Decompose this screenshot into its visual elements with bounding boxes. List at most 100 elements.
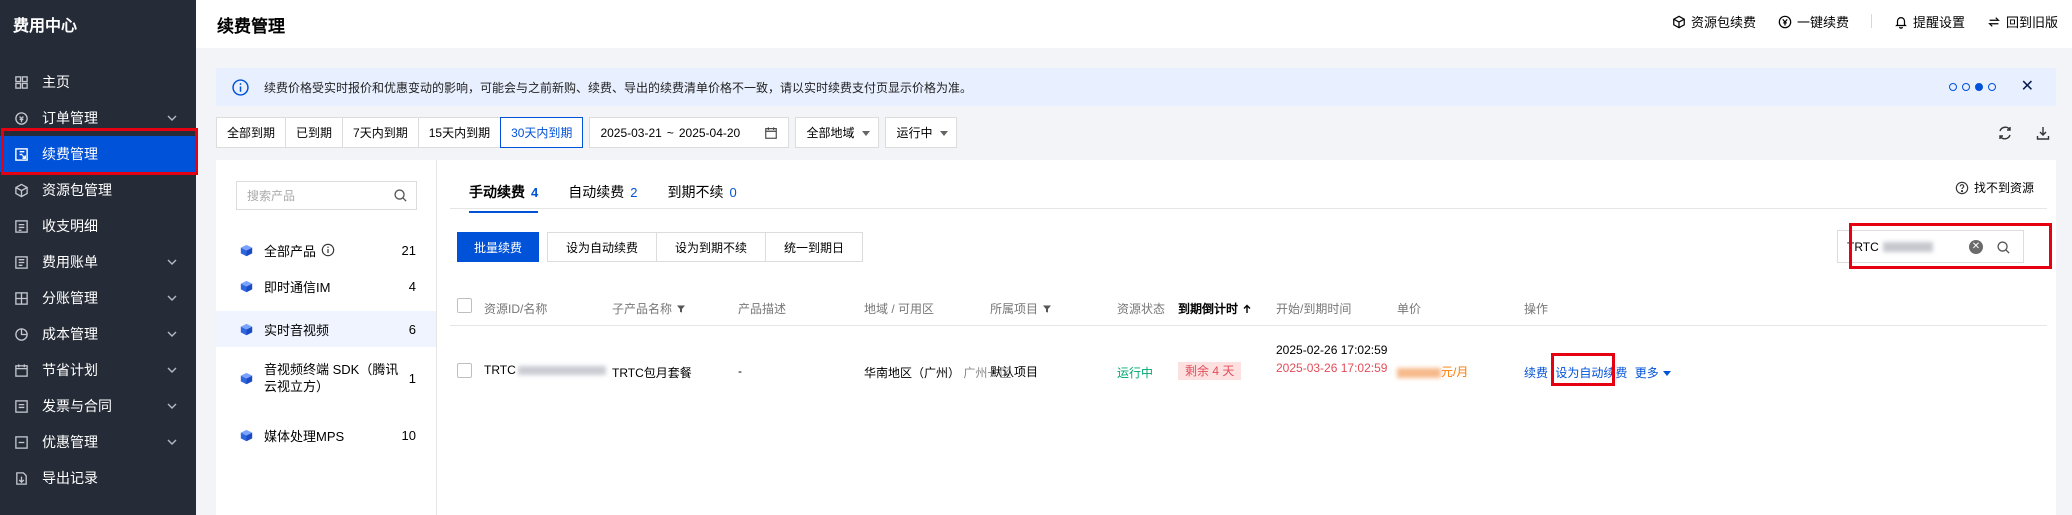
resource-id-prefix: TRTC: [484, 363, 516, 377]
sidebar-item-home[interactable]: 主页: [0, 64, 196, 100]
redacted-price: [1397, 367, 1441, 378]
sidebar-item-discount[interactable]: 优惠管理: [0, 424, 196, 460]
sidebar-item-savings-plan[interactable]: 节省计划: [0, 352, 196, 388]
filter-bar: 全部到期 已到期 7天内到期 15天内到期 30天内到期 2025-03-21 …: [216, 117, 958, 148]
set-auto-renew-button[interactable]: 设为自动续费: [548, 233, 658, 261]
sort-up-icon[interactable]: [1242, 304, 1252, 314]
close-icon[interactable]: ✕: [2021, 79, 2034, 95]
product-search-placeholder: 搜索产品: [247, 189, 296, 203]
sidebar-item-split[interactable]: 分账管理: [0, 280, 196, 316]
batch-renew-button[interactable]: 批量续费: [457, 232, 540, 262]
search-highlight-box: [1849, 223, 2052, 269]
column-header-countdown[interactable]: 到期倒计时: [1178, 300, 1252, 317]
region-select[interactable]: 全部地域: [795, 117, 880, 148]
reminder-settings-button[interactable]: 提醒设置: [1894, 12, 1965, 31]
column-header-time: 开始/到期时间: [1276, 300, 1351, 317]
sidebar-item-label: 资源包管理: [42, 182, 112, 198]
info-icon[interactable]: [321, 243, 335, 257]
tab-label: 手动续费: [469, 184, 525, 200]
resource-content: 手动续费 4 自动续费 2 到期不续 0 找不到资源 批量续费 设为自动续费 设为到期…: [437, 160, 2056, 515]
caret-down-icon: [862, 131, 871, 136]
tab-count: 4: [531, 185, 539, 200]
sidebar-item-export[interactable]: 导出记录: [0, 460, 196, 496]
carousel-dot[interactable]: [1962, 83, 1970, 91]
refresh-icon[interactable]: [1997, 125, 2013, 141]
row-checkbox[interactable]: [457, 363, 472, 378]
help-icon: [1955, 181, 1969, 194]
period-30days-button[interactable]: 30天内到期: [500, 117, 584, 148]
cube-icon: [1673, 15, 1685, 28]
column-header-project[interactable]: 所属项目: [990, 300, 1052, 317]
sidebar-item-bills[interactable]: 费用账单: [0, 244, 196, 280]
sidebar-item-cost[interactable]: 成本管理: [0, 316, 196, 352]
date-separator: ~: [666, 125, 674, 140]
header-divider: [450, 325, 2047, 326]
link-label: 找不到资源: [1973, 181, 2034, 195]
countdown-badge: 剩余 4 天: [1178, 362, 1242, 380]
date-range-picker[interactable]: 2025-03-21 ~ 2025-04-20: [589, 117, 790, 148]
tab-count: 0: [729, 185, 737, 200]
sidebar-item-label: 主页: [42, 74, 70, 90]
search-icon: [394, 189, 407, 202]
batch-actions: 批量续费 设为自动续费 设为到期不续 统一到期日: [457, 232, 864, 262]
tab-label: 到期不续: [667, 184, 724, 200]
column-header-subproduct[interactable]: 子产品名称: [612, 300, 686, 317]
period-all-button[interactable]: 全部到期: [217, 118, 287, 147]
carousel-dot-active[interactable]: [1975, 83, 1983, 91]
discount-icon: [13, 434, 29, 450]
cube-icon: [240, 323, 253, 335]
sidebar-item-transactions[interactable]: 收支明细: [0, 208, 196, 244]
product-count: 6: [408, 321, 416, 337]
status-select[interactable]: 运行中: [885, 117, 958, 148]
period-expired-button[interactable]: 已到期: [286, 118, 344, 147]
download-icon[interactable]: [2035, 125, 2051, 141]
caret-down-icon: [1662, 371, 1671, 377]
product-item-mps[interactable]: 媒体处理MPS 10: [216, 417, 436, 453]
period-15days-button[interactable]: 15天内到期: [419, 118, 502, 147]
button-label: 一键续费: [1796, 15, 1849, 30]
column-header-label: 产品描述: [738, 302, 787, 316]
tab-divider: [450, 208, 2047, 209]
chevron-down-icon: [167, 439, 177, 445]
product-search-input[interactable]: 搜索产品: [236, 181, 417, 210]
unify-expiry-button[interactable]: 统一到期日: [766, 233, 863, 261]
bill-icon: [13, 254, 29, 270]
select-all-checkbox[interactable]: [457, 298, 472, 313]
product-item-im[interactable]: 即时通信IM 4: [216, 268, 436, 304]
resource-pack-renew-button[interactable]: 资源包续费: [1672, 12, 1756, 31]
column-header-label: 地域 / 可用区: [864, 302, 935, 316]
sidebar-item-label: 节省计划: [42, 362, 98, 378]
sidebar-item-label: 分账管理: [42, 290, 98, 306]
more-dropdown[interactable]: 更多: [1635, 366, 1671, 380]
filter-icon[interactable]: [676, 304, 686, 314]
product-item-av-sdk[interactable]: 音视频终端 SDK（腾讯云视立方） 1: [216, 356, 436, 400]
button-label: 回到旧版: [2005, 15, 2058, 30]
divider: [1870, 14, 1872, 28]
cannot-find-resource-link[interactable]: 找不到资源: [1955, 179, 2034, 196]
sidebar-highlight-box: [1, 128, 198, 175]
product-item-trtc[interactable]: 实时音视频 6: [216, 311, 436, 347]
cube-icon: [240, 280, 253, 292]
filter-icon[interactable]: [1042, 304, 1052, 314]
column-header-label: 到期倒计时: [1178, 302, 1239, 316]
sidebar-item-invoice[interactable]: 发票与合同: [0, 388, 196, 424]
back-to-old-version-button[interactable]: 回到旧版: [1987, 12, 2058, 31]
column-header-price: 单价: [1397, 300, 1421, 317]
period-7days-button[interactable]: 7天内到期: [343, 118, 419, 147]
product-label: 全部产品: [264, 243, 317, 259]
product-item-all[interactable]: 全部产品 21: [216, 232, 436, 268]
carousel-dot[interactable]: [1949, 83, 1957, 91]
button-label: 提醒设置: [1912, 15, 1965, 30]
product-count: 1: [408, 370, 416, 386]
renew-link[interactable]: 续费: [1524, 366, 1548, 380]
carousel-dot[interactable]: [1988, 83, 1996, 91]
countdown-cell: 剩余 4 天: [1178, 362, 1242, 380]
notice-banner: 续费价格受实时报价和优惠变动的影响，可能会与之前新购、续费、导出的续费清单价格不…: [216, 68, 2056, 106]
set-no-renew-button[interactable]: 设为到期不续: [657, 233, 767, 261]
notice-text: 续费价格受实时报价和优惠变动的影响，可能会与之前新购、续费、导出的续费清单价格不…: [264, 81, 973, 95]
one-click-renew-button[interactable]: 一键续费: [1778, 12, 1849, 31]
sidebar-item-resource-pack[interactable]: 资源包管理: [0, 172, 196, 208]
resource-id-cell[interactable]: TRTC: [484, 363, 606, 377]
product-label: 音视频终端 SDK（腾讯云视立方）: [264, 362, 399, 394]
product-count: 4: [408, 278, 416, 294]
